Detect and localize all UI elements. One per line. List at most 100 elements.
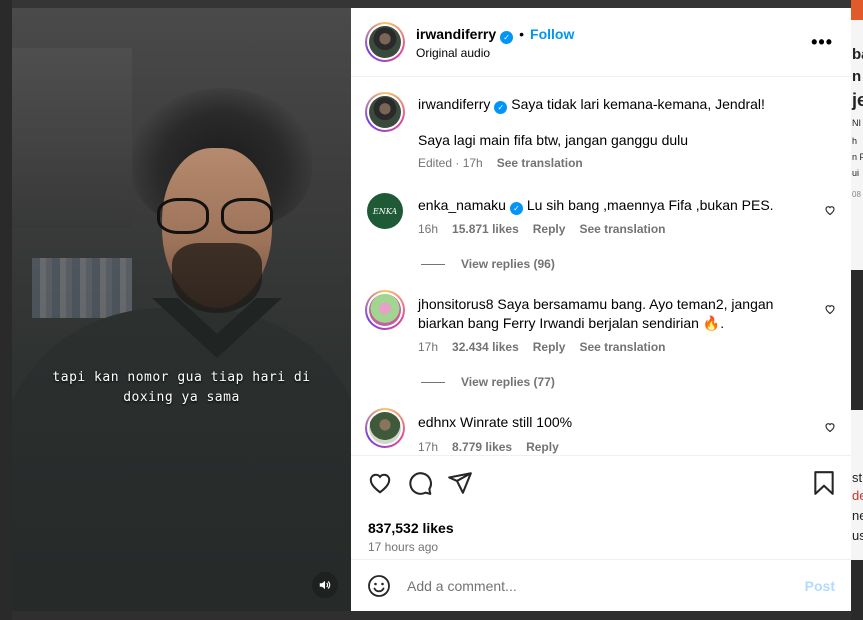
background-text: ne — [852, 508, 863, 523]
comment-time: 16h — [418, 222, 439, 236]
comment-text: enka_namaku ✓ Lu sih bang ,maennya Fifa ,… — [418, 196, 774, 215]
comment-time: 17h — [418, 340, 439, 354]
video-background-posters — [32, 258, 132, 318]
caption-meta: Edited · 17h See translation — [418, 156, 597, 170]
verified-badge-icon: ✓ — [500, 31, 514, 44]
post-actions: 837,532 likes 17 hours ago — [351, 455, 851, 560]
video-person-beard — [172, 243, 262, 313]
background-text: ui — [852, 168, 860, 178]
avatar[interactable] — [365, 22, 405, 62]
comment-username[interactable]: irwandiferry — [418, 96, 490, 112]
background-text: n F — [852, 152, 863, 162]
post-comment-button[interactable]: Post — [805, 578, 835, 594]
audio-label[interactable]: Original audio — [416, 46, 490, 60]
background-text: h — [852, 136, 858, 146]
avatar-image — [369, 412, 401, 444]
comment-meta: 17h 8.779 likes Reply — [418, 440, 573, 454]
verified-badge-icon: ✓ — [509, 202, 523, 215]
comment-input[interactable] — [407, 576, 787, 596]
share-send-icon[interactable] — [447, 470, 473, 496]
avatar[interactable] — [365, 408, 405, 448]
background-thumb — [851, 270, 863, 410]
video-player[interactable]: tapi kan nomor gua tiap hari di doxing y… — [12, 8, 351, 611]
background-left — [0, 0, 12, 620]
comment-body: Lu sih bang ,maennya Fifa ,bukan PES. — [526, 197, 774, 213]
avatar-image — [369, 96, 401, 128]
comment-composer: Post — [351, 559, 851, 611]
avatar[interactable] — [365, 290, 405, 330]
background-thumb — [851, 0, 863, 20]
background-text: NI — [852, 118, 861, 128]
comments-list[interactable]: irwandiferry ✓ Saya tidak lari kemana-kem… — [351, 78, 851, 454]
view-replies-label: View replies (77) — [461, 375, 555, 389]
view-replies-button[interactable]: View replies (96) — [421, 257, 555, 271]
avatar[interactable]: ENKA — [367, 193, 403, 229]
video-background-shelf — [12, 48, 132, 228]
avatar-image — [369, 294, 401, 326]
glasses-lens — [157, 198, 209, 234]
comment-text: edhnx Winrate still 100% — [418, 413, 572, 432]
post-panel: irwandiferry ✓ • Follow Original audio ••• … — [351, 8, 851, 611]
comment-likes[interactable]: 15.871 likes — [452, 222, 519, 236]
see-translation-link[interactable]: See translation — [497, 156, 583, 170]
verified-badge-icon: ✓ — [494, 101, 508, 114]
background-text: ba — [852, 46, 863, 63]
background-top — [12, 0, 851, 8]
background-text: 08 — [852, 190, 861, 199]
replies-divider — [421, 263, 445, 265]
reply-button[interactable]: Reply — [533, 222, 566, 236]
caption-edited: Edited · 17h — [418, 156, 483, 170]
post-author-row: irwandiferry ✓ • Follow — [416, 26, 574, 44]
video-caption-line: tapi kan nomor gua tiap hari di — [52, 370, 311, 385]
comment-likes[interactable]: 8.779 likes — [452, 440, 512, 454]
avatar-text: ENKA — [372, 206, 398, 216]
caption-text: irwandiferry ✓ Saya tidak lari kemana-kem… — [418, 95, 765, 114]
see-translation-link[interactable]: See translation — [579, 222, 665, 236]
comment-likes[interactable]: 32.434 likes — [452, 340, 519, 354]
replies-divider — [421, 381, 445, 383]
likes-count[interactable]: 837,532 likes — [368, 520, 454, 536]
background-text: de — [852, 488, 863, 503]
comment-username[interactable]: enka_namaku — [418, 197, 506, 213]
comment-bubble-icon[interactable] — [407, 470, 433, 496]
follow-button[interactable]: Follow — [530, 26, 574, 42]
avatar-image — [369, 26, 401, 58]
comment-text: jhonsitorus8 Saya bersamamu bang. Ayo te… — [418, 295, 773, 314]
reply-button[interactable]: Reply — [526, 440, 559, 454]
like-comment-heart-icon[interactable] — [824, 303, 837, 316]
comment-body: Winrate still 100% — [460, 414, 573, 430]
more-options-icon[interactable]: ••• — [811, 32, 833, 53]
video-caption-line: doxing ya sama — [123, 390, 240, 405]
view-replies-label: View replies (96) — [461, 257, 555, 271]
like-heart-icon[interactable] — [367, 470, 393, 496]
caption-line: Saya lagi main fifa btw, jangan ganggu d… — [418, 132, 689, 148]
comment-time: 17h — [418, 440, 439, 454]
reply-button[interactable]: Reply — [533, 340, 566, 354]
speaker-icon[interactable] — [312, 572, 338, 598]
comment-body: Saya bersamamu bang. Ayo teman2, jangan — [497, 296, 774, 312]
see-translation-link[interactable]: See translation — [579, 340, 665, 354]
background-text: st — [852, 470, 863, 485]
like-comment-heart-icon[interactable] — [824, 421, 837, 434]
background-thumb — [851, 560, 863, 620]
like-comment-heart-icon[interactable] — [824, 204, 837, 217]
video-person-shirt — [12, 308, 351, 611]
comment-username[interactable]: edhnx — [418, 414, 456, 430]
view-replies-button[interactable]: View replies (77) — [421, 375, 555, 389]
background-bottom — [12, 611, 851, 620]
glasses-lens — [221, 198, 273, 234]
background-text: us — [852, 528, 863, 543]
separator-dot: • — [519, 26, 525, 42]
comment-body: biarkan bang Ferry Irwandi berjalan send… — [418, 315, 725, 331]
comment-meta: 16h 15.871 likes Reply See translation — [418, 222, 679, 236]
background-text: n — [852, 68, 862, 85]
post-header: irwandiferry ✓ • Follow Original audio ••• — [351, 8, 851, 77]
comment-username[interactable]: jhonsitorus8 — [418, 296, 494, 312]
avatar[interactable] — [365, 92, 405, 132]
video-person-glasses — [157, 198, 277, 234]
comment-meta: 17h 32.434 likes Reply See translation — [418, 340, 679, 354]
bookmark-icon[interactable] — [811, 470, 837, 496]
post-timestamp: 17 hours ago — [368, 540, 439, 554]
emoji-icon[interactable] — [367, 574, 393, 600]
author-username[interactable]: irwandiferry — [416, 26, 496, 42]
